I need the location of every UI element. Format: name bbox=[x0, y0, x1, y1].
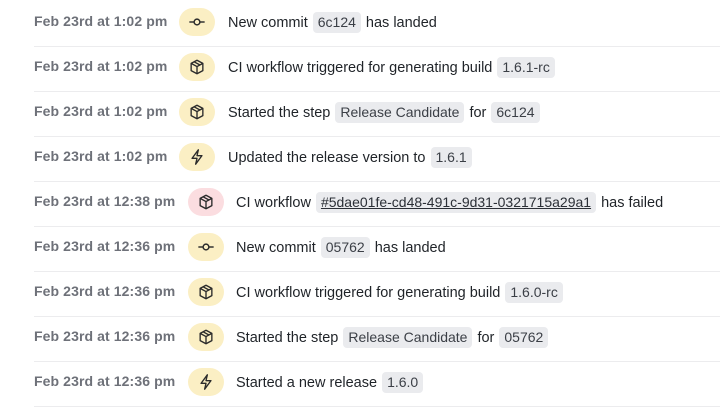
event-text: for bbox=[477, 329, 495, 346]
event-message: CI workflow triggered for generating bui… bbox=[236, 282, 563, 303]
commit-chip: 05762 bbox=[320, 237, 370, 258]
event-message: CI workflow triggered for generating bui… bbox=[228, 57, 555, 78]
event-timestamp: Feb 23rd at 12:36 pm bbox=[34, 373, 176, 389]
build-version-chip: 1.6.0-rc bbox=[505, 282, 563, 303]
event-message: Started the step Release Candidate for 6… bbox=[228, 102, 540, 123]
timeline-row: Feb 23rd at 12:36 pm Started the step Re… bbox=[34, 317, 720, 362]
lightning-icon bbox=[188, 368, 224, 396]
build-version-chip: 1.6.1-rc bbox=[497, 57, 555, 78]
timeline-row: Feb 23rd at 1:02 pm Updated the release … bbox=[34, 137, 720, 182]
lightning-icon bbox=[179, 143, 215, 171]
step-chip: Release Candidate bbox=[343, 327, 473, 348]
event-text: has landed bbox=[374, 239, 446, 256]
event-text: New commit bbox=[236, 239, 316, 256]
workflow-run-link[interactable]: #5dae01fe-cd48-491c-9d31-0321715a29a1 bbox=[315, 192, 597, 213]
event-message: New commit 6c124 has landed bbox=[228, 12, 437, 33]
event-message: Started the step Release Candidate for 0… bbox=[236, 327, 549, 348]
commit-chip: 05762 bbox=[499, 327, 549, 348]
event-timestamp: Feb 23rd at 12:36 pm bbox=[34, 328, 176, 344]
event-text: CI workflow triggered for generating bui… bbox=[228, 59, 493, 76]
event-text: Started the step bbox=[228, 104, 331, 121]
commit-chip: 6c124 bbox=[491, 102, 540, 123]
event-timestamp: Feb 23rd at 1:02 pm bbox=[34, 13, 168, 29]
timeline-row: Feb 23rd at 1:02 pm Started the step Rel… bbox=[34, 92, 720, 137]
timeline-row: Feb 23rd at 12:36 pm Started a new relea… bbox=[34, 362, 720, 407]
event-timestamp: Feb 23rd at 12:36 pm bbox=[34, 283, 176, 299]
event-text: for bbox=[469, 104, 487, 121]
event-timestamp: Feb 23rd at 1:02 pm bbox=[34, 58, 168, 74]
commit-icon bbox=[179, 8, 215, 36]
event-message: New commit 05762 has landed bbox=[236, 237, 446, 258]
timeline-row: Feb 23rd at 12:36 pm New commit 05762 ha… bbox=[34, 227, 720, 272]
package-icon bbox=[179, 98, 215, 126]
event-text: Started the step bbox=[236, 329, 339, 346]
activity-timeline: Feb 23rd at 1:02 pm New commit 6c124 has… bbox=[0, 0, 720, 410]
event-timestamp: Feb 23rd at 1:02 pm bbox=[34, 148, 168, 164]
package-icon bbox=[179, 53, 215, 81]
commit-chip: 6c124 bbox=[312, 12, 361, 33]
event-text: New commit bbox=[228, 14, 308, 31]
timeline-row: Feb 23rd at 1:02 pm CI workflow triggere… bbox=[34, 47, 720, 92]
timeline-row: Feb 23rd at 12:38 pm CI workflow #5dae01… bbox=[34, 182, 720, 227]
event-text: CI workflow bbox=[236, 194, 311, 211]
package-icon bbox=[188, 323, 224, 351]
event-text: Started a new release bbox=[236, 374, 378, 391]
event-message: Updated the release version to 1.6.1 bbox=[228, 147, 472, 168]
version-chip: 1.6.1 bbox=[430, 147, 472, 168]
timeline-row: Feb 23rd at 12:36 pm CI workflow trigger… bbox=[34, 272, 720, 317]
timeline-row: Feb 23rd at 1:02 pm New commit 6c124 has… bbox=[34, 2, 720, 47]
package-icon bbox=[188, 188, 224, 216]
event-timestamp: Feb 23rd at 1:02 pm bbox=[34, 103, 168, 119]
event-text: Updated the release version to bbox=[228, 149, 426, 166]
event-text: has landed bbox=[365, 14, 437, 31]
event-text: has failed bbox=[601, 194, 664, 211]
commit-icon bbox=[188, 233, 224, 261]
event-timestamp: Feb 23rd at 12:38 pm bbox=[34, 193, 176, 209]
step-chip: Release Candidate bbox=[335, 102, 465, 123]
event-timestamp: Feb 23rd at 12:36 pm bbox=[34, 238, 176, 254]
package-icon bbox=[188, 278, 224, 306]
event-message: CI workflow #5dae01fe-cd48-491c-9d31-032… bbox=[236, 192, 663, 213]
event-text: CI workflow triggered for generating bui… bbox=[236, 284, 501, 301]
event-message: Started a new release 1.6.0 bbox=[236, 372, 424, 393]
version-chip: 1.6.0 bbox=[382, 372, 424, 393]
